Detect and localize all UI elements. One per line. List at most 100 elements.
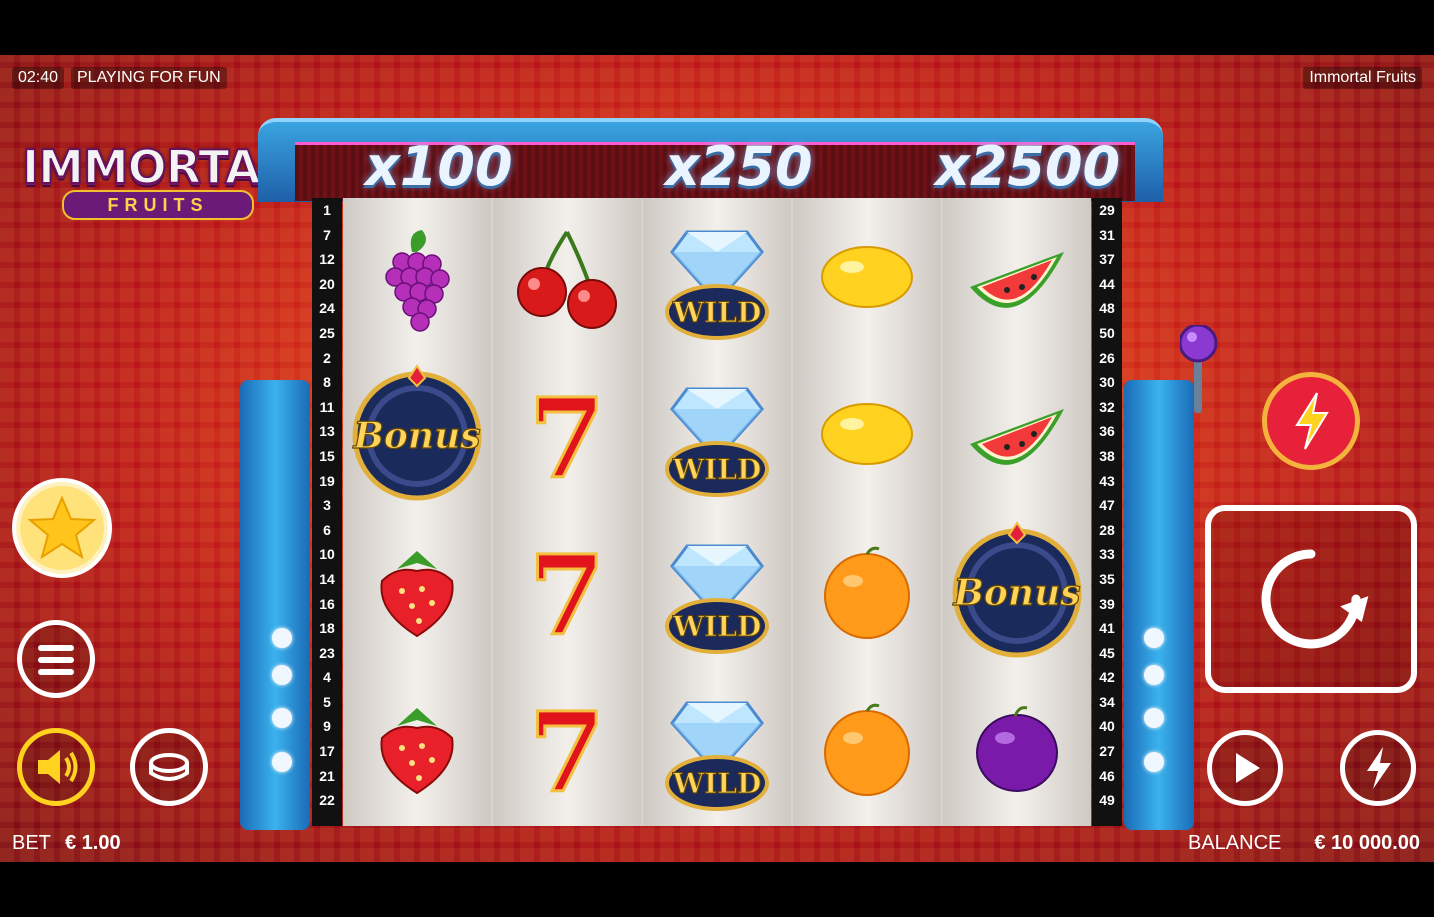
- spin-arrow-icon: [1261, 549, 1369, 649]
- logo-line2: FRUITS: [62, 190, 254, 220]
- payline-numbers-right: 29 31 37 44 48 50 26 30 32 36 38 43 47 28 33 35 39 41 45 42…: [1092, 198, 1122, 826]
- payline-number: 15: [319, 447, 335, 464]
- payline-number: 12: [319, 251, 335, 268]
- light-dot: [272, 628, 292, 648]
- payline-number: 31: [1099, 226, 1115, 243]
- bet-button[interactable]: [130, 728, 208, 806]
- balance-label: BALANCE: [1188, 832, 1282, 854]
- payline-number: 23: [319, 644, 335, 661]
- payline-number: 25: [319, 324, 335, 341]
- payline-number: 4: [323, 669, 331, 686]
- lemon-symbol: [793, 198, 941, 355]
- clock: 02:40: [12, 67, 65, 89]
- plum-symbol: [943, 669, 1091, 826]
- spin-button[interactable]: [1205, 505, 1417, 693]
- svg-text:Bonus: Bonus: [352, 415, 480, 457]
- light-dot: [1144, 665, 1164, 685]
- svg-text:WILD: WILD: [672, 610, 762, 643]
- light-dot: [272, 708, 292, 728]
- reel-2: 7 7 7: [493, 198, 641, 826]
- payline-number: 30: [1099, 374, 1115, 391]
- payline-number: 40: [1099, 718, 1115, 735]
- wild-symbol: WILD: [643, 355, 791, 512]
- payline-number: 8: [323, 374, 331, 391]
- play-icon: [1236, 753, 1260, 783]
- payline-number: 11: [319, 398, 335, 415]
- reel-area: Bonus 7 7 7 WILD WILD WILD WILD Bonus: [343, 198, 1091, 826]
- payline-number: 1: [323, 202, 331, 218]
- svg-text:WILD: WILD: [672, 453, 762, 486]
- wild-symbol: WILD: [643, 198, 791, 355]
- payline-number: 20: [319, 275, 335, 292]
- grapes-symbol: [343, 198, 491, 355]
- bonus-symbol: Bonus: [943, 512, 1091, 669]
- bet-value: € 1.00: [65, 832, 121, 854]
- play-mode-label: PLAYING FOR FUN: [71, 67, 227, 89]
- menu-button[interactable]: [17, 620, 95, 698]
- bet-label: BET: [12, 832, 51, 854]
- payline-number: 9: [323, 718, 331, 735]
- autoplay-button[interactable]: [1207, 730, 1283, 806]
- payline-number: 34: [1099, 693, 1115, 710]
- watermelon-symbol: [943, 355, 1091, 512]
- payline-number: 47: [1099, 497, 1115, 514]
- payline-number: 45: [1099, 644, 1115, 661]
- payline-number: 16: [319, 595, 335, 612]
- svg-text:7: 7: [529, 536, 606, 646]
- game-logo: IMMORTAL FRUITS: [21, 139, 290, 220]
- speaker-icon: [38, 750, 78, 784]
- reel-4: [793, 198, 941, 826]
- turbo-button[interactable]: [1262, 372, 1360, 470]
- logo-line1: IMMORTAL: [21, 139, 290, 195]
- bottom-bar: [0, 862, 1434, 917]
- payline-number: 49: [1099, 792, 1115, 809]
- payline-number: 50: [1099, 324, 1115, 341]
- payline-number: 19: [319, 472, 335, 489]
- payline-number: 10: [319, 546, 335, 563]
- reel-1: Bonus: [343, 198, 491, 826]
- strawberry-symbol: [343, 512, 491, 669]
- reel-3: WILD WILD WILD WILD: [643, 198, 791, 826]
- sound-button[interactable]: [17, 728, 95, 806]
- lightning-icon: [1367, 747, 1391, 789]
- light-dot: [1144, 752, 1164, 772]
- payline-number: 21: [319, 767, 335, 784]
- svg-text:Bonus: Bonus: [952, 572, 1080, 614]
- lightning-icon: [1295, 392, 1329, 450]
- payline-number: 32: [1099, 398, 1115, 415]
- quickspin-button[interactable]: [1340, 730, 1416, 806]
- lever[interactable]: [1178, 323, 1220, 420]
- svg-text:WILD: WILD: [672, 296, 762, 329]
- light-dot: [272, 665, 292, 685]
- payline-number: 44: [1099, 275, 1115, 292]
- payline-number: 5: [323, 693, 331, 710]
- orange-symbol: [793, 669, 941, 826]
- wild-symbol: WILD: [643, 512, 791, 669]
- light-dot: [1144, 708, 1164, 728]
- payline-number: 29: [1099, 202, 1115, 218]
- payline-number: 37: [1099, 251, 1115, 268]
- payline-number: 28: [1099, 521, 1115, 538]
- multiplier-3: x2500: [935, 135, 1121, 198]
- payline-number: 27: [1099, 743, 1115, 760]
- payline-number: 17: [319, 743, 335, 760]
- payline-number: 26: [1099, 349, 1115, 366]
- payline-number: 43: [1099, 472, 1115, 489]
- payline-number: 2: [323, 349, 331, 366]
- svg-text:7: 7: [529, 693, 606, 803]
- payline-number: 35: [1099, 570, 1115, 587]
- payline-number: 24: [319, 300, 335, 317]
- payline-number: 42: [1099, 669, 1115, 686]
- payline-number: 6: [323, 521, 331, 538]
- svg-text:7: 7: [529, 379, 606, 489]
- game-title: Immortal Fruits: [1303, 67, 1422, 89]
- coin-icon: [149, 753, 189, 781]
- payline-number: 33: [1099, 546, 1115, 563]
- payline-number: 3: [323, 497, 331, 514]
- reel-5: Bonus: [943, 198, 1091, 826]
- payline-number: 46: [1099, 767, 1115, 784]
- cherry-symbol: [493, 198, 641, 355]
- feature-buy-button[interactable]: [12, 478, 112, 578]
- payline-number: 13: [319, 423, 335, 440]
- payline-number: 22: [319, 792, 335, 809]
